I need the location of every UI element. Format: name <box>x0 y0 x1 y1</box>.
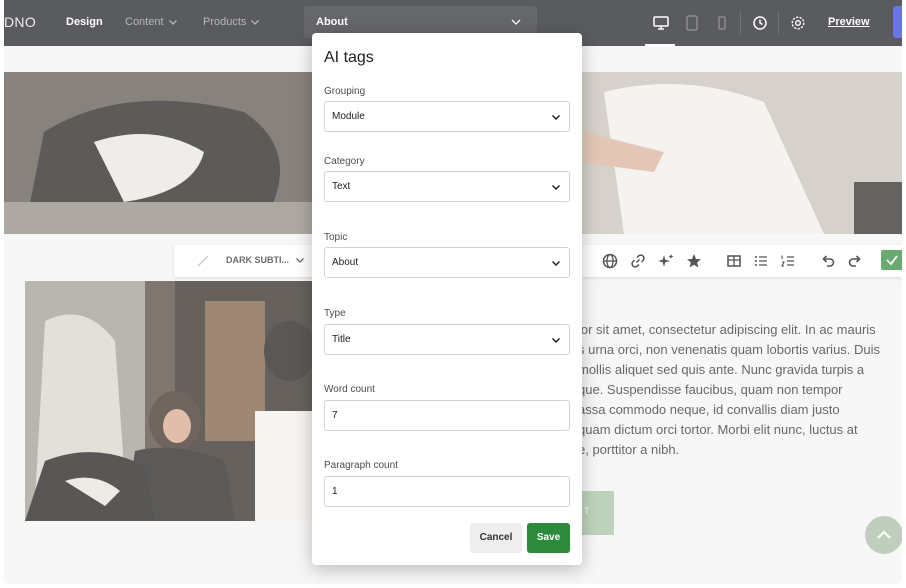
type-value: Title <box>332 334 351 345</box>
topic-value: About <box>332 257 359 268</box>
category-select[interactable]: Text <box>324 171 570 202</box>
dialog-title: AI tags <box>324 49 374 66</box>
category-value: Text <box>332 181 351 192</box>
paragraph-count-input[interactable]: 1 <box>324 476 570 507</box>
grouping-select[interactable]: Module <box>324 101 570 132</box>
word-count-input[interactable]: 7 <box>324 400 570 431</box>
topic-label: Topic <box>324 232 348 243</box>
chevron-down-icon <box>551 337 561 344</box>
save-button[interactable]: Save <box>527 523 570 553</box>
type-select[interactable]: Title <box>324 324 570 355</box>
word-count-value: 7 <box>332 410 338 421</box>
type-label: Type <box>324 308 346 319</box>
ai-tags-dialog: AI tags Grouping Module Category Text To… <box>312 33 582 565</box>
cancel-button[interactable]: Cancel <box>470 523 522 553</box>
word-count-label: Word count <box>324 384 375 395</box>
topic-select[interactable]: About <box>324 247 570 278</box>
paragraph-count-value: 1 <box>332 486 338 497</box>
chevron-down-icon <box>551 260 561 267</box>
chevron-down-icon <box>551 114 561 121</box>
chevron-down-icon <box>551 184 561 191</box>
grouping-label: Grouping <box>324 86 366 97</box>
grouping-value: Module <box>332 111 365 122</box>
paragraph-count-label: Paragraph count <box>324 460 398 471</box>
category-label: Category <box>324 156 365 167</box>
